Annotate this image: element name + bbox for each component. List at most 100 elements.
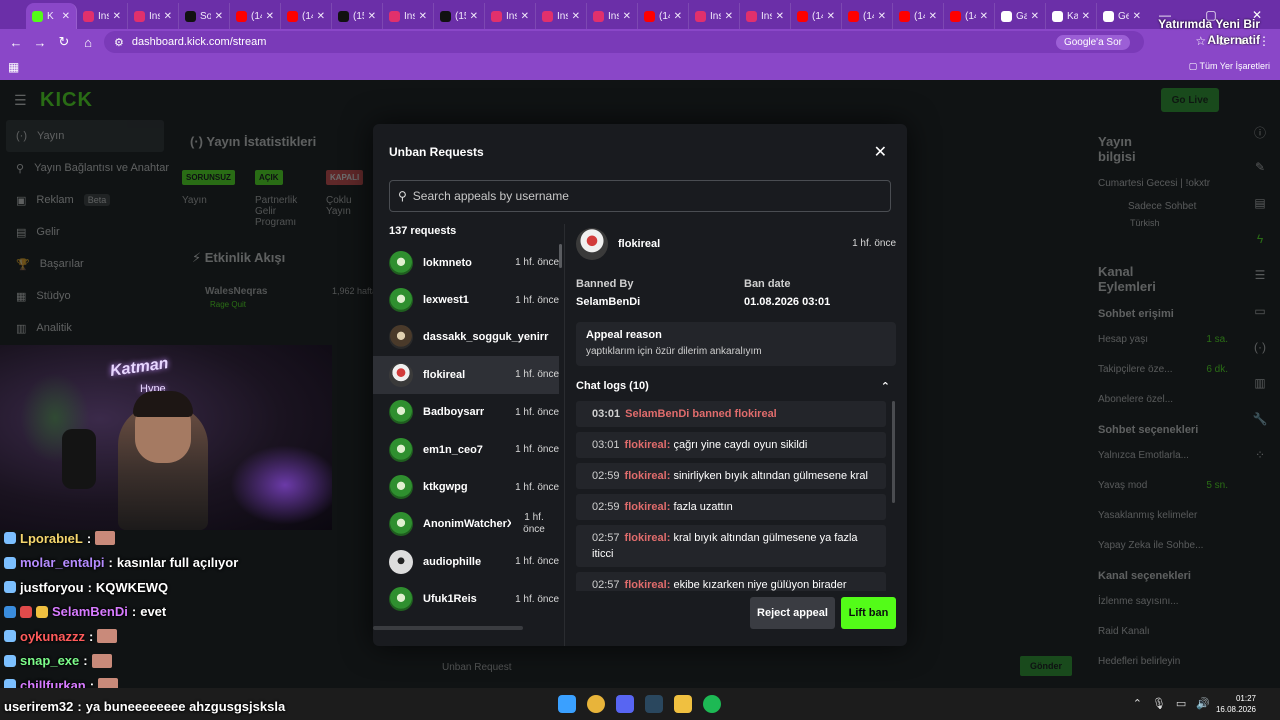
browser-tab[interactable]: (143 ✕	[281, 3, 332, 29]
browser-tab[interactable]: (143 ✕	[230, 3, 281, 29]
tab-close-icon[interactable]: ✕	[164, 11, 172, 22]
browser-tab[interactable]: (143 ✕	[842, 3, 893, 29]
reject-appeal-button[interactable]: Reject appeal	[750, 597, 835, 629]
discord-icon[interactable]	[616, 695, 634, 713]
settings-row[interactable]: Raid Kanalı	[1088, 616, 1238, 646]
all-bookmarks[interactable]: ▢ Tüm Yer İşaretleri	[1189, 61, 1270, 72]
browser-tab[interactable]: (15) ✕	[332, 3, 383, 29]
tab-close-icon[interactable]: ✕	[1031, 11, 1039, 22]
reload-icon[interactable]: ↻	[52, 34, 76, 50]
tab-close-icon[interactable]: ✕	[827, 11, 835, 22]
request-row[interactable]: em1n_ceo7 1 hf. önce	[373, 431, 559, 468]
browser-tab[interactable]: Kasın ✕	[1046, 3, 1097, 29]
request-row[interactable]: AnonimWatcherX 1 hf. önce	[373, 506, 559, 543]
browser-tab[interactable]: (143 ✕	[791, 3, 842, 29]
sidebar-item[interactable]: ▦ Stüdyo	[0, 280, 170, 312]
chat-icon[interactable]: ▭	[1240, 304, 1280, 340]
search-appeals[interactable]: ⚲	[389, 180, 891, 212]
tab-close-icon[interactable]: ✕	[776, 11, 784, 22]
nodes-icon[interactable]: ⁘	[1240, 448, 1280, 484]
folder-icon[interactable]	[674, 695, 692, 713]
home-icon[interactable]: ⌂	[76, 35, 100, 50]
logs-scrollbar[interactable]	[892, 401, 895, 503]
tab-close-icon[interactable]: ✕	[1082, 11, 1090, 22]
search-input[interactable]	[412, 189, 873, 203]
sidebar-item[interactable]: ⚲ Yayın Bağlantısı ve Anahtar	[0, 152, 170, 184]
spotify-icon[interactable]	[703, 695, 721, 713]
tab-close-icon[interactable]: ✕	[929, 11, 937, 22]
list-icon[interactable]: ☰	[1240, 268, 1280, 304]
settings-row[interactable]: Takipçilere öze... 6 dk.	[1088, 354, 1238, 384]
settings-row[interactable]: Abonelere özel...	[1088, 384, 1238, 414]
site-info-icon[interactable]: ⚙	[114, 36, 124, 49]
request-row[interactable]: flokireal 1 hf. önce	[373, 356, 559, 394]
tab-close-icon[interactable]: ✕	[113, 11, 121, 22]
steam-icon[interactable]	[645, 695, 663, 713]
google-ask-button[interactable]: Google'a Sor	[1055, 34, 1130, 50]
tab-close-icon[interactable]: ✕	[266, 11, 274, 22]
browser-tab[interactable]: Gala ✕	[995, 3, 1046, 29]
sidebar-item[interactable]: (·) Yayın	[6, 120, 164, 152]
forward-icon[interactable]: →	[28, 35, 52, 50]
close-icon[interactable]: ✕	[874, 142, 887, 162]
request-row[interactable]: audiophille 1 hf. önce	[373, 543, 559, 580]
tab-close-icon[interactable]: ✕	[368, 11, 376, 22]
browser-tab[interactable]: (143 ✕	[944, 3, 995, 29]
settings-row[interactable]: Hedefleri belirleyin	[1088, 646, 1238, 676]
bolt-icon[interactable]: ϟ	[1240, 232, 1280, 268]
go-live-button[interactable]: Go Live	[1161, 88, 1219, 112]
tab-close-icon[interactable]: ✕	[725, 11, 733, 22]
tab-close-icon[interactable]: ✕	[470, 11, 478, 22]
network-icon[interactable]: ▭	[1176, 697, 1186, 710]
sidebar-item[interactable]: ▤ Gelir	[0, 216, 170, 248]
settings-row[interactable]: Yapay Zeka ile Sohbe...	[1088, 530, 1238, 560]
browser-tab[interactable]: (143 ✕	[893, 3, 944, 29]
back-icon[interactable]: ←	[4, 35, 28, 50]
tab-close-icon[interactable]: ✕	[980, 11, 988, 22]
browser-tab[interactable]: Insta ✕	[740, 3, 791, 29]
browser-tab[interactable]: Insta ✕	[536, 3, 587, 29]
browser-tab[interactable]: Insta ✕	[689, 3, 740, 29]
tab-close-icon[interactable]: ✕	[572, 11, 580, 22]
unban-request-item[interactable]: Unban Request	[442, 662, 512, 673]
edit-icon[interactable]: ✎	[1240, 160, 1280, 196]
tab-close-icon[interactable]: ✕	[317, 11, 325, 22]
request-row[interactable]: ktkgwpg 1 hf. önce	[373, 468, 559, 505]
apps-grid-icon[interactable]: ▦	[8, 60, 19, 74]
info-icon[interactable]: ⓘ	[1240, 124, 1280, 160]
browser-tab[interactable]: Insta ✕	[128, 3, 179, 29]
tab-close-icon[interactable]: ✕	[623, 11, 631, 22]
list-horizontal-scrollbar[interactable]	[373, 626, 523, 630]
sidebar-item[interactable]: ▥ Analitik	[0, 312, 170, 344]
request-row[interactable]: lexwest1 1 hf. önce	[373, 281, 559, 318]
browser-tab[interactable]: K ✕	[26, 3, 77, 29]
request-row[interactable]: dassakk_sogguk_yenirrrss	[373, 319, 559, 356]
tab-close-icon[interactable]: ✕	[419, 11, 427, 22]
lift-ban-button[interactable]: Lift ban	[841, 597, 896, 629]
stream-icon[interactable]: (·)	[1240, 340, 1280, 376]
tab-close-icon[interactable]: ✕	[62, 11, 70, 22]
sidebar-item[interactable]: 🏆 Başarılar	[0, 248, 170, 280]
chrome-icon[interactable]	[587, 695, 605, 713]
request-row[interactable]: Ufuk1Reis 1 hf. önce	[373, 581, 559, 618]
browser-tab[interactable]: Genç ✕	[1097, 3, 1148, 29]
list-scrollbar[interactable]	[559, 244, 562, 268]
settings-row[interactable]: Yalnızca Emotlarla...	[1088, 440, 1238, 470]
start-icon[interactable]	[558, 695, 576, 713]
tab-close-icon[interactable]: ✕	[215, 11, 223, 22]
mic-icon[interactable]: 🎙	[1152, 697, 1166, 710]
browser-tab[interactable]: (143 ✕	[638, 3, 689, 29]
send-button[interactable]: Gönder	[1020, 656, 1073, 676]
browser-tab[interactable]: Insta ✕	[383, 3, 434, 29]
request-row[interactable]: lokmneto 1 hf. önce	[373, 244, 559, 281]
request-row[interactable]: Badboysarr 1 hf. önce	[373, 394, 559, 431]
tab-close-icon[interactable]: ✕	[674, 11, 682, 22]
wrench-icon[interactable]: 🔧	[1240, 412, 1280, 448]
tab-close-icon[interactable]: ✕	[878, 11, 886, 22]
volume-icon[interactable]: 🔊	[1196, 697, 1210, 710]
browser-tab[interactable]: Insta ✕	[77, 3, 128, 29]
tab-close-icon[interactable]: ✕	[521, 11, 529, 22]
chat-logs-toggle[interactable]: Chat logs (10) ⌃	[576, 380, 896, 393]
tray-chevron-icon[interactable]: ⌃	[1133, 697, 1142, 710]
hamburger-icon[interactable]: ☰	[14, 92, 27, 109]
